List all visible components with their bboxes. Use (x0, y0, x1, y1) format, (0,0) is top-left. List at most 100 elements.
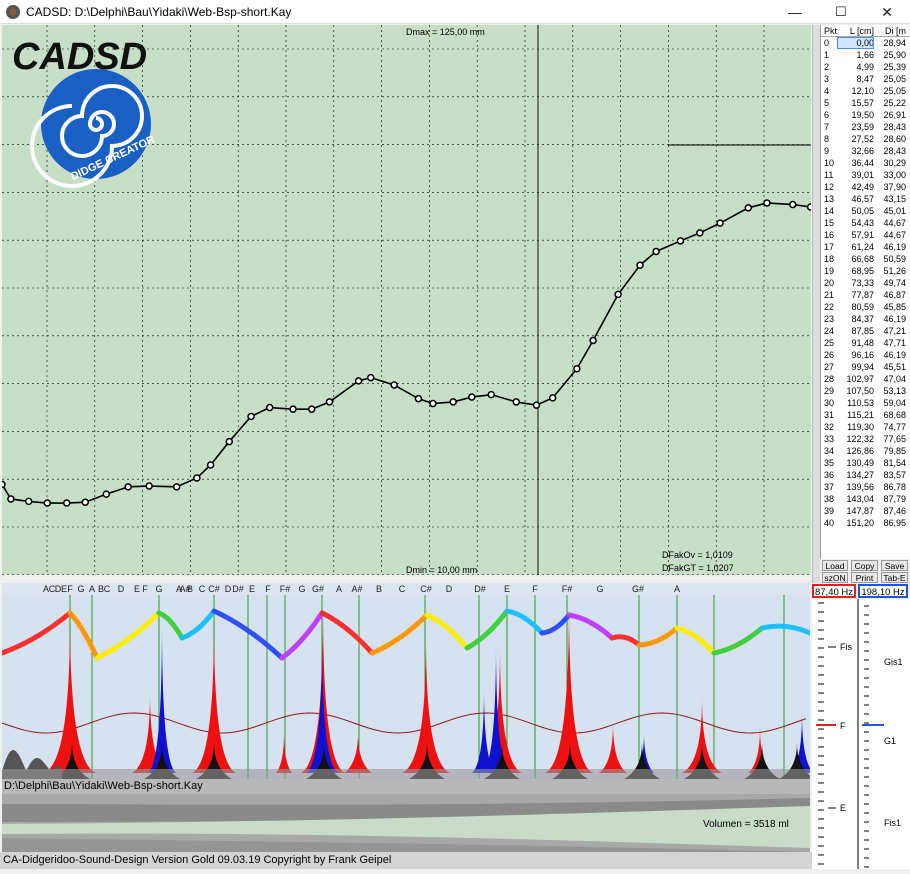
cell-pkt[interactable]: 15 (821, 217, 837, 229)
cell-length[interactable]: 32,66 (837, 145, 874, 157)
cell-length[interactable]: 73,33 (837, 277, 874, 289)
cell-diameter[interactable]: 28,60 (874, 133, 908, 145)
table-row[interactable]: 8 27,52 28,60 (821, 133, 910, 145)
cell-pkt[interactable]: 20 (821, 277, 837, 289)
table-row[interactable]: 37 139,56 86,78 (821, 481, 910, 493)
cell-pkt[interactable]: 34 (821, 445, 837, 457)
cell-diameter[interactable]: 25,22 (874, 97, 908, 109)
cell-length[interactable]: 139,56 (837, 481, 874, 493)
table-row[interactable]: 32 119,30 74,77 (821, 421, 910, 433)
cell-pkt[interactable]: 30 (821, 397, 837, 409)
cell-pkt[interactable]: 39 (821, 505, 837, 517)
cell-diameter[interactable]: 74,77 (874, 421, 908, 433)
table-row[interactable]: 27 99,94 45,51 (821, 361, 910, 373)
table-row[interactable]: 0 0,00 28,94 (821, 37, 910, 49)
point-table[interactable]: Pkt L [cm] Di [m 0 0,00 28,94 1 1,66 25,90 2 4,… (820, 25, 910, 583)
cell-length[interactable]: 15,57 (837, 97, 874, 109)
cell-length[interactable]: 143,04 (837, 493, 874, 505)
bore-profile-plot[interactable]: CADSD DIDGE CREATOR Dmax = 125,00 mm Dmi… (2, 25, 811, 575)
table-row[interactable]: 24 87,85 47,21 (821, 325, 910, 337)
cell-diameter[interactable]: 53,13 (874, 385, 908, 397)
table-row[interactable]: 2 4,99 25,39 (821, 61, 910, 73)
cell-diameter[interactable]: 50,59 (874, 253, 908, 265)
cell-pkt[interactable]: 32 (821, 421, 837, 433)
cell-pkt[interactable]: 27 (821, 361, 837, 373)
cell-length[interactable]: 99,94 (837, 361, 874, 373)
sound-spectrum[interactable]: A C D E F G A B C D E F G A A# B C C# D D# E F F# G G# A A# B C C# D D#… (2, 583, 810, 779)
table-row[interactable]: 30 110,53 59,04 (821, 397, 910, 409)
cell-length[interactable]: 147,87 (837, 505, 874, 517)
cell-diameter[interactable]: 68,68 (874, 409, 908, 421)
cell-diameter[interactable]: 25,39 (874, 61, 908, 73)
cell-length[interactable]: 66,68 (837, 253, 874, 265)
cell-length[interactable]: 61,24 (837, 241, 874, 253)
cell-length[interactable]: 8,47 (837, 73, 874, 85)
cell-pkt[interactable]: 31 (821, 409, 837, 421)
table-row[interactable]: 7 23,59 28,43 (821, 121, 910, 133)
cell-pkt[interactable]: 0 (821, 37, 837, 49)
cell-pkt[interactable]: 25 (821, 337, 837, 349)
tab-e-button[interactable]: Tab-E (881, 572, 908, 583)
maximize-button[interactable]: ☐ (818, 0, 864, 24)
table-row[interactable]: 33 122,32 77,65 (821, 433, 910, 445)
table-row[interactable]: 19 68,95 51,26 (821, 265, 910, 277)
cell-diameter[interactable]: 25,05 (874, 73, 908, 85)
cell-diameter[interactable]: 45,85 (874, 301, 908, 313)
cell-pkt[interactable]: 5 (821, 97, 837, 109)
cell-length[interactable]: 57,91 (837, 229, 874, 241)
cell-diameter[interactable]: 28,43 (874, 145, 908, 157)
cell-length[interactable]: 87,85 (837, 325, 874, 337)
cell-length[interactable]: 12,10 (837, 85, 874, 97)
cell-length[interactable]: 151,20 (837, 517, 874, 529)
cell-diameter[interactable]: 59,04 (874, 397, 908, 409)
cell-length[interactable]: 134,27 (837, 469, 874, 481)
cell-pkt[interactable]: 8 (821, 133, 837, 145)
cell-pkt[interactable]: 40 (821, 517, 837, 529)
cell-pkt[interactable]: 37 (821, 481, 837, 493)
cell-diameter[interactable]: 46,19 (874, 313, 908, 325)
table-row[interactable]: 16 57,91 44,67 (821, 229, 910, 241)
table-row[interactable]: 23 84,37 46,19 (821, 313, 910, 325)
table-row[interactable]: 14 50,05 45,01 (821, 205, 910, 217)
cell-diameter[interactable]: 37,90 (874, 181, 908, 193)
cell-pkt[interactable]: 29 (821, 385, 837, 397)
table-row[interactable]: 13 46,57 43,15 (821, 193, 910, 205)
cell-diameter[interactable]: 26,91 (874, 109, 908, 121)
cell-pkt[interactable]: 14 (821, 205, 837, 217)
cell-length[interactable]: 0,00 (837, 37, 874, 49)
cell-length[interactable]: 84,37 (837, 313, 874, 325)
cell-diameter[interactable]: 47,21 (874, 325, 908, 337)
cell-pkt[interactable]: 13 (821, 193, 837, 205)
cell-diameter[interactable]: 44,67 (874, 229, 908, 241)
cell-pkt[interactable]: 35 (821, 457, 837, 469)
cell-length[interactable]: 39,01 (837, 169, 874, 181)
save-button[interactable]: Save (881, 560, 908, 571)
table-row[interactable]: 17 61,24 46,19 (821, 241, 910, 253)
table-row[interactable]: 20 73,33 49,74 (821, 277, 910, 289)
minimize-button[interactable]: — (772, 0, 818, 24)
table-row[interactable]: 26 96,16 46,19 (821, 349, 910, 361)
cell-diameter[interactable]: 43,15 (874, 193, 908, 205)
cell-length[interactable]: 77,87 (837, 289, 874, 301)
table-row[interactable]: 38 143,04 87,79 (821, 493, 910, 505)
cell-diameter[interactable]: 25,05 (874, 85, 908, 97)
cell-length[interactable]: 96,16 (837, 349, 874, 361)
cell-length[interactable]: 115,21 (837, 409, 874, 421)
cell-length[interactable]: 122,32 (837, 433, 874, 445)
table-row[interactable]: 9 32,66 28,43 (821, 145, 910, 157)
cell-length[interactable]: 80,59 (837, 301, 874, 313)
table-row[interactable]: 39 147,87 87,46 (821, 505, 910, 517)
cell-pkt[interactable]: 16 (821, 229, 837, 241)
szon-button[interactable]: szON (822, 572, 848, 583)
cell-length[interactable]: 19,50 (837, 109, 874, 121)
cell-length[interactable]: 1,66 (837, 49, 874, 61)
table-row[interactable]: 3 8,47 25,05 (821, 73, 910, 85)
cell-pkt[interactable]: 3 (821, 73, 837, 85)
cell-pkt[interactable]: 7 (821, 121, 837, 133)
table-row[interactable]: 28 102,97 47,04 (821, 373, 910, 385)
close-button[interactable]: ✕ (864, 0, 910, 24)
cell-diameter[interactable]: 46,87 (874, 289, 908, 301)
cell-length[interactable]: 119,30 (837, 421, 874, 433)
cell-length[interactable]: 27,52 (837, 133, 874, 145)
cell-diameter[interactable]: 47,04 (874, 373, 908, 385)
